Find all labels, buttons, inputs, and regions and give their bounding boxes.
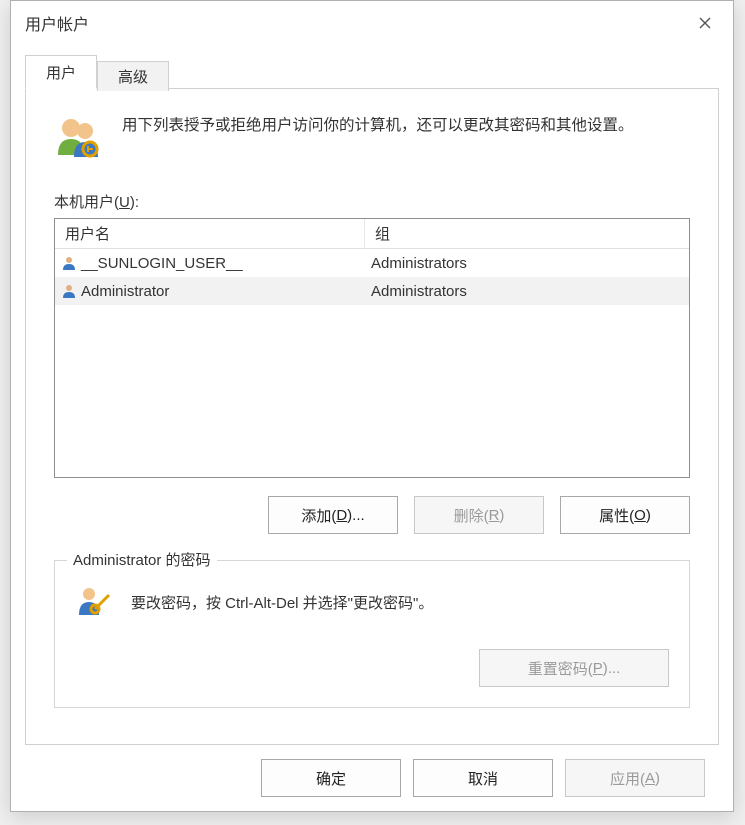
client-area: 用户 高级 用下列表授予或 — [11, 45, 733, 811]
user-group: Administrators — [371, 255, 467, 272]
apply-button: 应用(A) — [565, 759, 705, 797]
tab-users-label: 用户 — [46, 62, 76, 83]
close-icon — [699, 17, 711, 29]
intro-text: 用下列表授予或拒绝用户访问你的计算机，还可以更改其密码和其他设置。 — [122, 113, 634, 139]
tab-advanced[interactable]: 高级 — [97, 61, 169, 91]
tab-page-users: 用下列表授予或拒绝用户访问你的计算机，还可以更改其密码和其他设置。 本机用户(U… — [25, 88, 719, 745]
ok-button[interactable]: 确定 — [261, 759, 401, 797]
key-user-icon — [75, 585, 111, 619]
tab-advanced-label: 高级 — [118, 66, 148, 87]
list-item[interactable]: Administrator Administrators — [55, 277, 689, 305]
users-icon — [54, 113, 104, 159]
user-name: Administrator — [81, 283, 169, 300]
password-groupbox: Administrator 的密码 要改密码，按 Ctrl-Alt-Del 并选… — [54, 560, 690, 708]
local-users-label: 本机用户(U): — [54, 191, 690, 212]
remove-button: 删除(R) — [414, 496, 544, 534]
user-icon — [61, 255, 77, 271]
reset-password-button: 重置密码(P)... — [479, 649, 669, 687]
password-hint: 要改密码，按 Ctrl-Alt-Del 并选择"更改密码"。 — [131, 592, 433, 613]
list-buttons-row: 添加(D)... 删除(R) 属性(O) — [54, 496, 690, 534]
user-group: Administrators — [371, 283, 467, 300]
list-item[interactable]: __SUNLOGIN_USER__ Administrators — [55, 249, 689, 277]
listview-header: 用户名 组 — [55, 219, 689, 249]
user-accounts-window: 用户帐户 用户 高级 — [10, 0, 734, 812]
titlebar: 用户帐户 — [11, 1, 733, 45]
dialog-buttons: 确定 取消 应用(A) — [25, 745, 719, 811]
users-listview[interactable]: 用户名 组 __SUNLOGIN_USER__ Administrators — [54, 218, 690, 478]
intro-row: 用下列表授予或拒绝用户访问你的计算机，还可以更改其密码和其他设置。 — [54, 113, 690, 159]
tab-users[interactable]: 用户 — [25, 55, 97, 89]
cancel-button[interactable]: 取消 — [413, 759, 553, 797]
user-icon — [61, 283, 77, 299]
column-group[interactable]: 组 — [365, 219, 689, 248]
tabstrip: 用户 高级 — [25, 55, 719, 89]
close-button[interactable] — [679, 3, 731, 43]
column-username[interactable]: 用户名 — [55, 219, 365, 248]
add-button[interactable]: 添加(D)... — [268, 496, 398, 534]
properties-button[interactable]: 属性(O) — [560, 496, 690, 534]
password-legend: Administrator 的密码 — [67, 549, 217, 570]
listview-body: __SUNLOGIN_USER__ Administrators Adminis… — [55, 249, 689, 305]
window-title: 用户帐户 — [25, 11, 89, 35]
user-name: __SUNLOGIN_USER__ — [81, 255, 243, 272]
